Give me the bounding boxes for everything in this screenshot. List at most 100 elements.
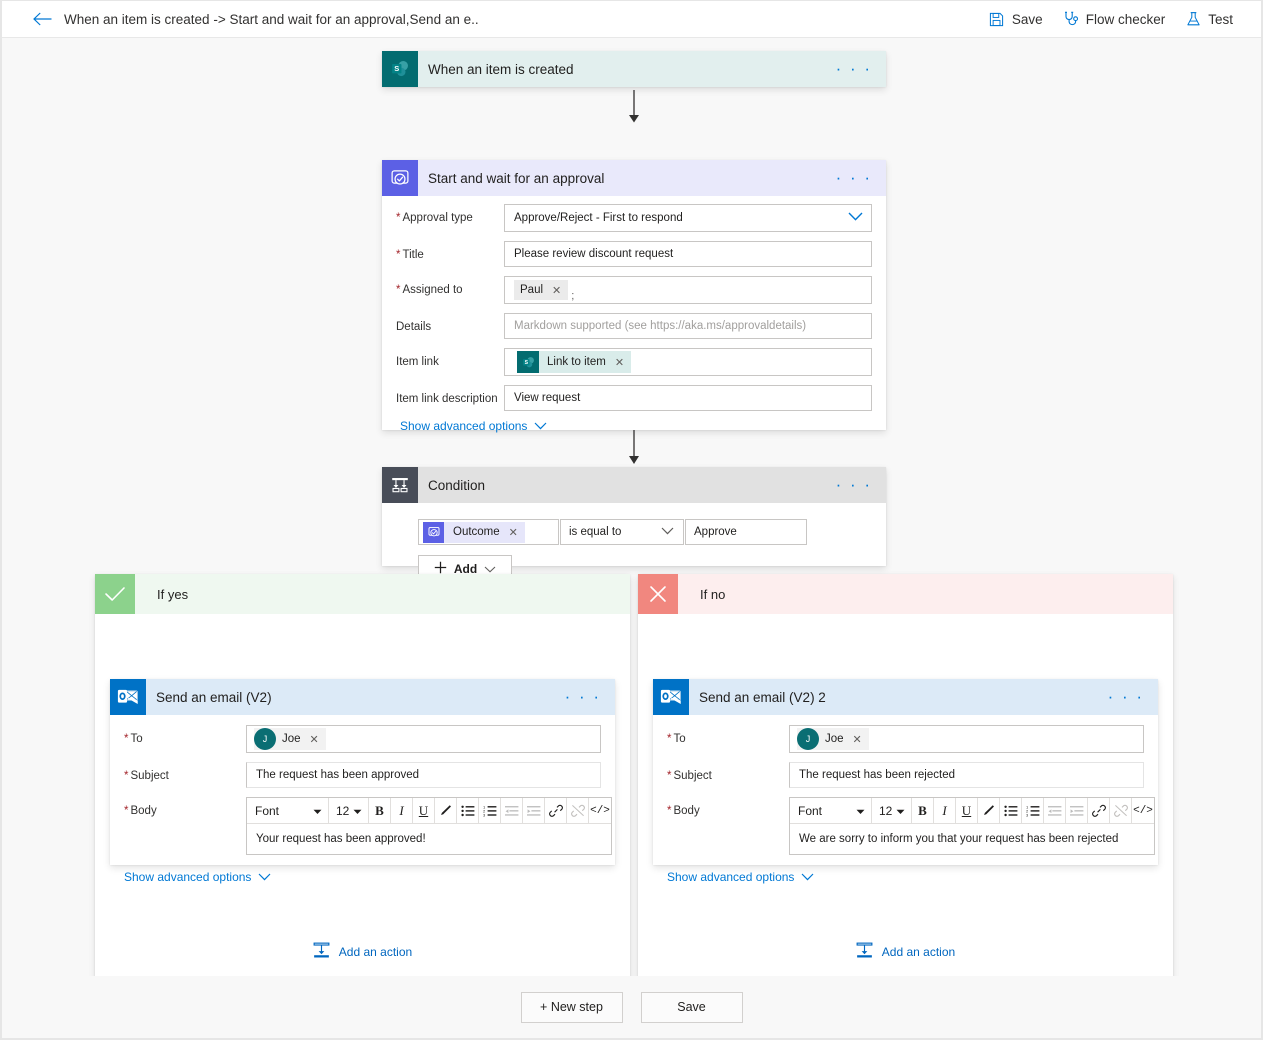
italic-icon[interactable]: I <box>934 798 956 823</box>
decrease-indent-icon[interactable] <box>501 798 523 823</box>
highlight-pen-icon[interactable] <box>435 798 457 823</box>
remove-link-icon[interactable] <box>1110 798 1132 823</box>
add-an-action-yes-label: Add an action <box>338 945 413 959</box>
send-email-card-no[interactable]: Send an email (V2) 2 · · · * To J Joe ✕ … <box>653 679 1158 884</box>
bulleted-list-icon[interactable] <box>1000 798 1022 823</box>
send-email-card-yes-header[interactable]: Send an email (V2) · · · <box>110 679 615 715</box>
subject-input-yes[interactable]: The request has been approved <box>246 762 601 788</box>
trigger-more-menu[interactable]: · · · <box>822 60 886 77</box>
highlight-pen-icon[interactable] <box>978 798 1000 823</box>
to-token-no[interactable]: J Joe ✕ <box>797 728 869 750</box>
send-email-no-show-advanced-options[interactable]: Show advanced options <box>667 870 814 884</box>
outcome-token[interactable]: Outcome ✕ <box>423 521 525 543</box>
increase-indent-icon[interactable] <box>1066 798 1088 823</box>
condition-card[interactable]: Condition · · · Outcome ✕ is equal to Ap… <box>382 467 886 583</box>
approval-show-advanced-options[interactable]: Show advanced options <box>400 419 547 433</box>
insert-link-icon[interactable] <box>545 798 567 823</box>
remove-link-icon[interactable] <box>567 798 589 823</box>
approval-type-dropdown[interactable]: Approve/Reject - First to respond <box>504 204 872 232</box>
condition-card-header[interactable]: Condition · · · <box>382 467 886 503</box>
item-link-token[interactable]: S Link to item ✕ <box>517 351 632 373</box>
to-input-no[interactable]: J Joe ✕ <box>789 725 1144 753</box>
to-input-yes[interactable]: J Joe ✕ <box>246 725 601 753</box>
test-button[interactable]: Test <box>1175 5 1243 33</box>
send-email-card-no-header[interactable]: Send an email (V2) 2 · · · <box>653 679 1158 715</box>
code-view-icon[interactable]: </> <box>1132 798 1154 823</box>
bold-icon[interactable]: B <box>912 798 934 823</box>
add-an-action-yes[interactable]: Add an action <box>313 942 412 962</box>
to-label-no: * To <box>667 733 686 745</box>
trigger-card-header[interactable]: S When an item is created · · · <box>382 51 886 87</box>
new-step-button[interactable]: + New step <box>520 991 623 1023</box>
bold-icon[interactable]: B <box>369 798 391 823</box>
underline-icon[interactable]: U <box>413 798 435 823</box>
approvals-icon <box>423 521 444 543</box>
flask-icon <box>1185 11 1201 27</box>
send-email-yes-more-menu[interactable]: · · · <box>551 688 615 705</box>
body-value-yes[interactable]: Your request has been approved! <box>247 824 611 854</box>
send-email-card-no-title: Send an email (V2) 2 <box>699 689 826 705</box>
body-value-no[interactable]: We are sorry to inform you that your req… <box>790 824 1154 854</box>
assigned-to-input[interactable]: Paul ✕ ; <box>504 276 872 304</box>
condition-branch-icon <box>382 467 418 503</box>
subject-input-no[interactable]: The request has been rejected <box>789 762 1144 788</box>
details-input[interactable]: Markdown supported (see https://aka.ms/a… <box>504 313 872 339</box>
condition-more-menu[interactable]: · · · <box>822 476 886 493</box>
send-email-card-yes[interactable]: Send an email (V2) · · · * To J Joe ✕ * … <box>110 679 615 884</box>
font-family-dropdown-no[interactable]: Font <box>790 798 872 823</box>
footer-save-button[interactable]: Save <box>640 991 743 1023</box>
flow-checker-button[interactable]: Flow checker <box>1053 5 1176 33</box>
chevron-down-icon <box>896 804 905 818</box>
chevron-down-icon <box>661 526 674 538</box>
subject-label-no: * Subject <box>667 770 712 782</box>
save-button[interactable]: Save <box>979 5 1053 33</box>
condition-operator-dropdown[interactable]: is equal to <box>560 519 684 545</box>
font-family-dropdown-yes[interactable]: Font <box>247 798 329 823</box>
send-email-yes-show-advanced-options[interactable]: Show advanced options <box>124 870 271 884</box>
close-icon[interactable]: ✕ <box>612 356 627 369</box>
branch-if-no: If no Send an email (V2) 2 · · · * To J … <box>638 574 1173 987</box>
italic-icon[interactable]: I <box>391 798 413 823</box>
add-an-action-no[interactable]: Add an action <box>856 942 955 962</box>
numbered-list-icon[interactable]: 1 2 3 <box>479 798 501 823</box>
approval-more-menu[interactable]: · · · <box>822 169 886 186</box>
title-input[interactable]: Please review discount request <box>504 241 872 267</box>
send-email-yes-advanced-label: Show advanced options <box>124 870 252 884</box>
field-item-link-description: Item link description View request <box>396 385 872 411</box>
condition-right-operand[interactable]: Approve <box>685 519 807 545</box>
increase-indent-icon[interactable] <box>523 798 545 823</box>
approval-type-value: Approve/Reject - First to respond <box>514 212 683 224</box>
details-label: Details <box>396 321 432 333</box>
to-token-yes[interactable]: J Joe ✕ <box>254 728 326 750</box>
approval-card-header[interactable]: Start and wait for an approval · · · <box>382 160 886 196</box>
branch-if-yes-label: If yes <box>157 586 189 602</box>
close-icon[interactable]: ✕ <box>307 733 322 746</box>
close-icon[interactable]: ✕ <box>850 733 865 746</box>
font-size-dropdown-no[interactable]: 12 <box>872 798 912 823</box>
chevron-down-icon <box>534 419 547 433</box>
close-icon[interactable]: ✕ <box>506 526 521 539</box>
numbered-list-icon[interactable]: 1 2 3 <box>1022 798 1044 823</box>
font-size-dropdown-yes[interactable]: 12 <box>329 798 369 823</box>
item-link-description-input[interactable]: View request <box>504 385 872 411</box>
send-email-no-more-menu[interactable]: · · · <box>1094 688 1158 705</box>
field-details: Details Markdown supported (see https://… <box>396 313 872 339</box>
condition-expression-row: Outcome ✕ is equal to Approve <box>418 519 886 545</box>
title-value: Please review discount request <box>514 248 674 260</box>
assigned-to-token[interactable]: Paul ✕ <box>514 280 569 300</box>
item-link-input[interactable]: S Link to item ✕ <box>504 348 872 376</box>
decrease-indent-icon[interactable] <box>1044 798 1066 823</box>
underline-icon[interactable]: U <box>956 798 978 823</box>
code-view-icon[interactable]: </> <box>589 798 611 823</box>
approval-card[interactable]: Start and wait for an approval · · · * Ap… <box>382 160 886 433</box>
save-button-label: Save <box>1011 11 1043 27</box>
field-subject-yes: * Subject The request has been approved <box>124 762 601 788</box>
back-button[interactable] <box>24 1 60 37</box>
condition-left-operand[interactable]: Outcome ✕ <box>418 519 559 545</box>
body-rich-text-editor-no[interactable]: Font 12 B I U 1 2 3 </> We are sorry to … <box>789 797 1155 855</box>
body-rich-text-editor-yes[interactable]: Font 12 B I U 1 2 3 </> Your request has… <box>246 797 612 855</box>
close-icon[interactable]: ✕ <box>549 284 564 297</box>
trigger-card[interactable]: S When an item is created · · · <box>382 51 886 87</box>
bulleted-list-icon[interactable] <box>457 798 479 823</box>
insert-link-icon[interactable] <box>1088 798 1110 823</box>
